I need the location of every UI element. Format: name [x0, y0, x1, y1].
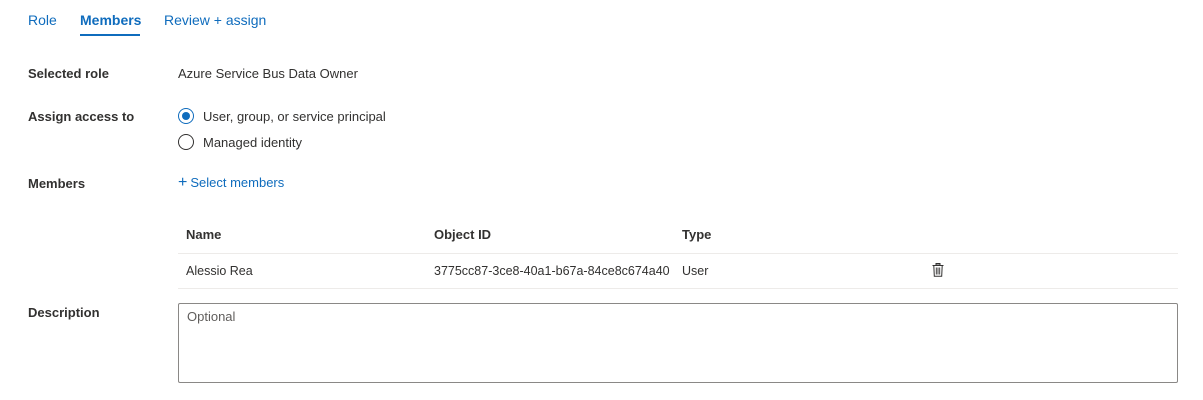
table-row: Alessio Rea 3775cc87-3ce8-40a1-b67a-84ce…	[178, 254, 1178, 289]
column-header-object-id: Object ID	[434, 227, 492, 242]
tab-members[interactable]: Members	[80, 12, 141, 28]
select-members-label: Select members	[190, 175, 285, 190]
member-type: User	[682, 264, 709, 278]
selected-role-label: Selected role	[28, 66, 109, 81]
radio-managed-identity[interactable]: Managed identity	[178, 134, 302, 150]
members-table: Name Object ID Type Alessio Rea 3775cc87…	[178, 220, 1178, 289]
member-object-id: 3775cc87-3ce8-40a1-b67a-84ce8c674a40	[434, 264, 670, 278]
description-textarea[interactable]	[178, 303, 1178, 383]
plus-icon: +	[178, 173, 188, 191]
table-header: Name Object ID Type	[178, 220, 1178, 254]
active-tab-indicator	[80, 34, 140, 36]
selected-role-value: Azure Service Bus Data Owner	[178, 66, 358, 81]
radio-label-user-group-sp: User, group, or service principal	[203, 108, 386, 124]
radio-label-managed-identity: Managed identity	[203, 134, 303, 150]
members-label: Members	[28, 176, 86, 191]
trash-icon[interactable]	[932, 263, 944, 277]
tab-role[interactable]: Role	[28, 12, 57, 28]
column-header-name: Name	[186, 227, 222, 242]
add-role-assignment-panel: Role Members Review + assign Selected ro…	[0, 0, 1203, 400]
select-members-button[interactable]: + Select members	[178, 173, 285, 191]
tab-review-assign[interactable]: Review + assign	[164, 12, 266, 28]
radio-checked-icon[interactable]	[178, 108, 194, 124]
radio-user-group-sp[interactable]: User, group, or service principal	[178, 108, 386, 124]
description-label: Description	[28, 305, 100, 320]
column-header-type: Type	[682, 227, 712, 242]
member-name: Alessio Rea	[186, 264, 253, 278]
assign-access-label: Assign access to	[28, 109, 135, 124]
trash-icon-graphic	[932, 263, 944, 277]
radio-unchecked-icon[interactable]	[178, 134, 194, 150]
